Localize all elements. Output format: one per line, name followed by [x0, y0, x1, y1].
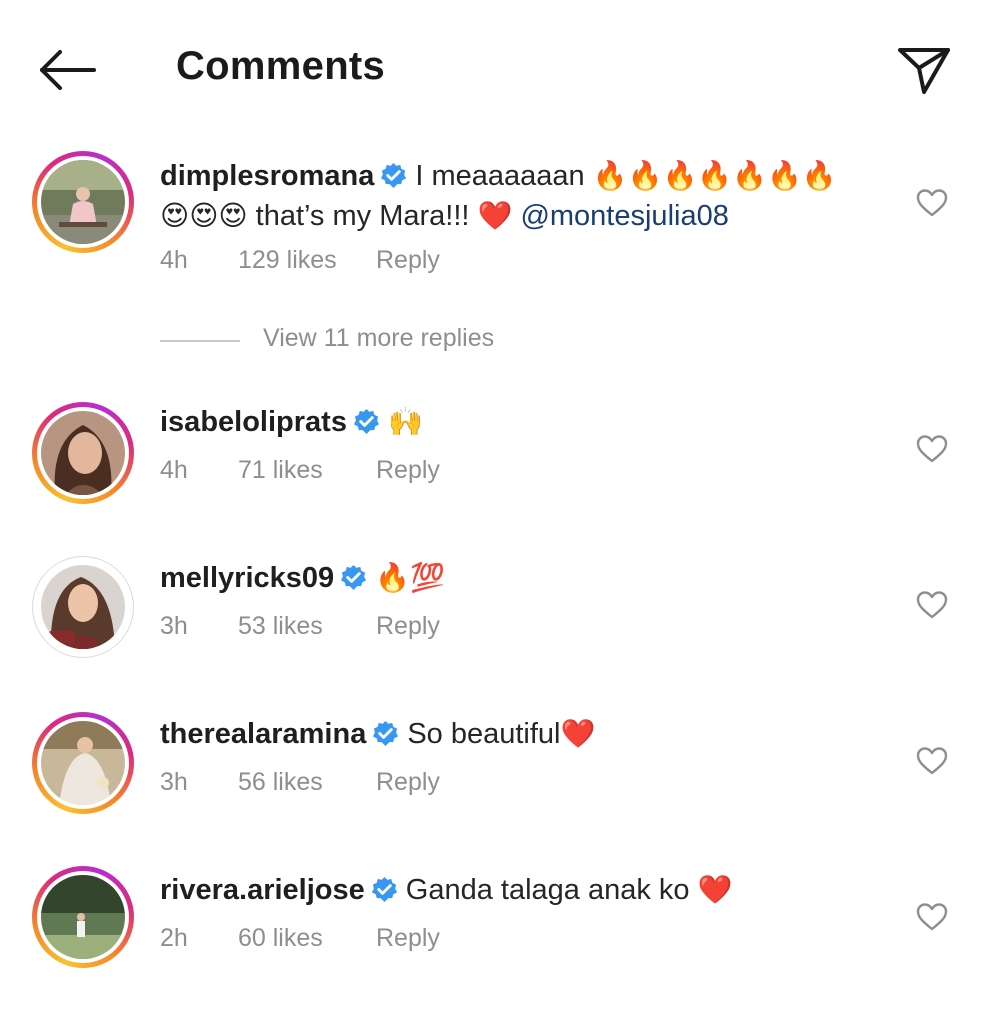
reply-button[interactable]: Reply [376, 612, 440, 641]
comment-likes[interactable]: 60 likes [238, 924, 376, 953]
comment-text: So beautiful [407, 718, 561, 750]
page-title: Comments [176, 44, 386, 88]
comment-username[interactable]: dimplesromana [160, 160, 374, 192]
like-button[interactable] [916, 590, 948, 620]
comment-emoji: 🙌 [387, 405, 423, 438]
paper-plane-icon [898, 48, 950, 94]
comment-emoji: ❤️ [477, 199, 513, 232]
avatar-photo [41, 721, 125, 805]
comment-likes[interactable]: 71 likes [238, 456, 376, 485]
comment-line: isabeloliprats 🙌 [160, 402, 423, 442]
comment-meta: 3h 56 likes Reply [160, 768, 440, 797]
comment-emoji: ❤️ [560, 717, 596, 750]
comment-likes[interactable]: 53 likes [238, 612, 376, 641]
avatar-photo [41, 565, 125, 649]
comment-emoji: 🔥💯 [375, 561, 445, 594]
heart-icon [916, 747, 948, 775]
mention-link[interactable]: @montesjulia08 [520, 200, 728, 232]
avatar[interactable] [32, 151, 134, 253]
comment-line: 😍😍😍 that’s my Mara!!! ❤️ @montesjulia08 [160, 196, 729, 236]
comment-time: 3h [160, 768, 188, 796]
reply-button[interactable]: Reply [376, 456, 440, 485]
comment-line: dimplesromana I meaaaaaan 🔥🔥🔥🔥🔥🔥🔥 [160, 156, 837, 196]
avatar-photo [41, 160, 125, 244]
share-button[interactable] [896, 44, 952, 96]
avatar[interactable] [32, 712, 134, 814]
comment-time: 4h [160, 246, 188, 274]
comment-emoji: ❤️ [697, 873, 733, 906]
avatar-photo [41, 875, 125, 959]
comment-line: rivera.arieljose Ganda talaga anak ko ❤️ [160, 870, 732, 910]
verified-badge-icon [341, 564, 367, 591]
reply-button[interactable]: Reply [376, 246, 440, 275]
replies-divider [160, 340, 240, 342]
comment-meta: 4h 129 likes Reply [160, 246, 440, 275]
reply-button[interactable]: Reply [376, 768, 440, 797]
arrow-left-icon [40, 50, 96, 90]
heart-icon [916, 591, 948, 619]
comment-likes[interactable]: 129 likes [238, 246, 376, 275]
comment-emoji: 😍😍😍 [160, 199, 248, 232]
comment-username[interactable]: mellyricks09 [160, 562, 334, 594]
verified-badge-icon [371, 876, 397, 903]
verified-badge-icon [381, 162, 407, 189]
header: Comments [0, 0, 1000, 135]
comment-text: I meaaaaaan [415, 160, 585, 192]
comment-text: Ganda talaga anak ko [405, 874, 690, 906]
comment-username[interactable]: therealaramina [160, 718, 366, 750]
comment-line: mellyricks09 🔥💯 [160, 558, 445, 598]
comment-emoji: 🔥🔥🔥🔥🔥🔥🔥 [592, 159, 837, 192]
comment-meta: 2h 60 likes Reply [160, 924, 440, 953]
comment-line: therealaramina So beautiful❤️ [160, 714, 595, 754]
verified-badge-icon [353, 408, 380, 435]
verified-badge-icon [373, 720, 399, 747]
comment-time: 2h [160, 924, 188, 952]
comment-text: that’s my Mara!!! [255, 200, 470, 232]
like-button[interactable] [916, 434, 948, 464]
avatar-photo [41, 411, 125, 495]
comment-meta: 4h 71 likes Reply [160, 456, 440, 485]
avatar[interactable] [32, 402, 134, 504]
avatar[interactable] [32, 866, 134, 968]
heart-icon [916, 435, 948, 463]
reply-button[interactable]: Reply [376, 924, 440, 953]
avatar[interactable] [32, 556, 134, 658]
back-button[interactable] [38, 48, 98, 92]
comment-username[interactable]: rivera.arieljose [160, 874, 365, 906]
like-button[interactable] [916, 746, 948, 776]
comment-meta: 3h 53 likes Reply [160, 612, 440, 641]
heart-icon [916, 903, 948, 931]
like-button[interactable] [916, 188, 948, 218]
like-button[interactable] [916, 902, 948, 932]
view-replies-label: View 11 more replies [263, 324, 495, 352]
comment-username[interactable]: isabeloliprats [160, 406, 347, 438]
comment-time: 3h [160, 612, 188, 640]
comment-time: 4h [160, 456, 188, 484]
heart-icon [916, 189, 948, 217]
comment-likes[interactable]: 56 likes [238, 768, 376, 797]
